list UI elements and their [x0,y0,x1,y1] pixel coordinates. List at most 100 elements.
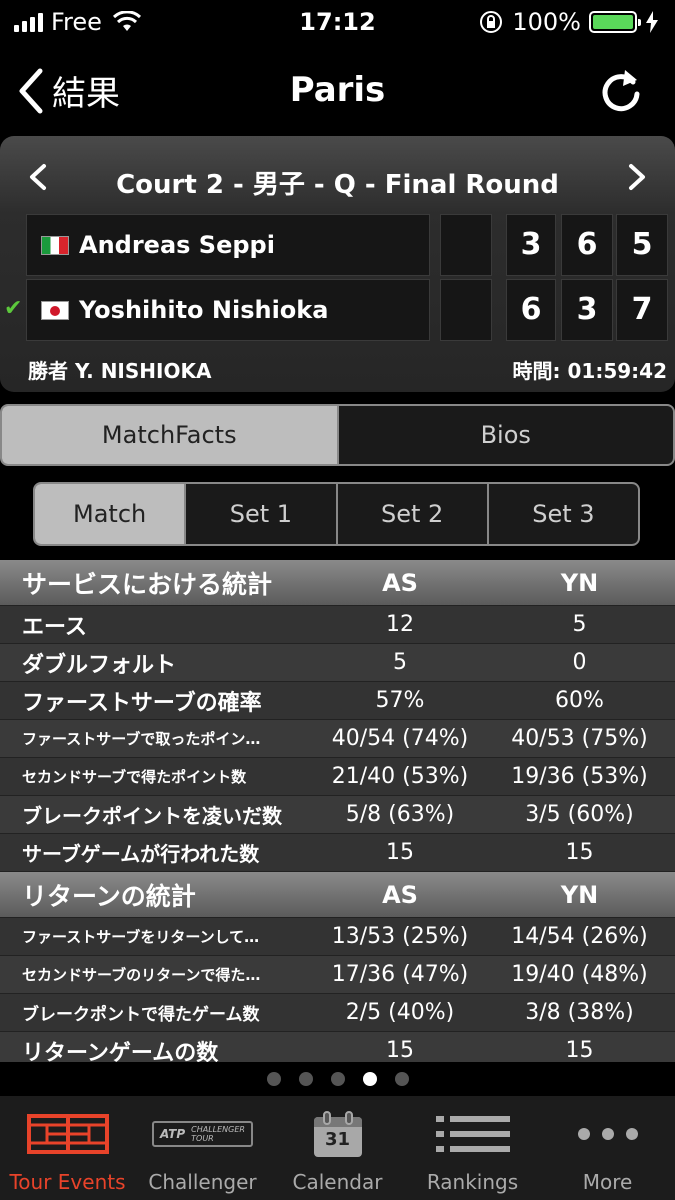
logo-line2: TOUR [191,1134,214,1143]
calendar-day: 31 [324,1129,351,1150]
tab-rankings[interactable]: Rankings [405,1096,540,1200]
stat-label: ファーストサーブをリターンして… [22,928,260,946]
stat-label: セカンドサーブで得たポイント数 [22,768,247,786]
tab-set-2[interactable]: Set 2 [335,484,487,544]
stat-value: 15 [565,1038,594,1062]
set-score: 6 [506,279,556,341]
orientation-lock-icon [480,11,503,33]
player-name: Yoshihito Nishioka [79,296,329,324]
stat-row: ファーストサーブの確率 57% 60% [0,682,675,720]
stat-label: ブレークポントで得たゲーム数 [22,1005,260,1025]
stat-label: ファーストサーブで取ったポイン… [22,730,261,748]
set-score: 7 [616,279,668,341]
page-dot-active[interactable] [362,1072,377,1086]
calendar-icon: 31 [270,1108,405,1160]
stat-row: ファーストサーブをリターンして… 13/53 (25%) 14/54 (26%) [0,918,675,956]
next-match-arrow[interactable] [621,162,651,192]
set-score: 5 [616,214,668,276]
service-stats-rows: エース 12 5 ダブルフォルト 5 0 ファーストサーブの確率 57% 60%… [0,606,675,872]
tab-set-1[interactable]: Set 1 [184,484,335,544]
stat-row: サーブゲームが行われた数 15 15 [0,834,675,872]
set-score: 3 [561,279,613,341]
page-indicator[interactable] [0,1062,675,1096]
match-card: Court 2 - 男子 - Q - Final Round Andreas S… [0,136,675,392]
page-title: Paris [289,70,386,110]
logo-atp-text: ATP [160,1127,186,1141]
tab-bios[interactable]: Bios [336,406,674,464]
column-header: AS [382,880,418,909]
stat-row: ブレークポイントを凌いだ数 5/8 (63%) 3/5 (60%) [0,796,675,834]
logo-line1: CHALLENGER [191,1125,245,1134]
stat-value: 57% [375,688,425,713]
tab-label: Challenger [148,1170,257,1194]
page-dot[interactable] [298,1072,313,1086]
tab-label: More [582,1170,633,1194]
stat-value: 14/54 (26%) [511,924,648,949]
stat-value: 12 [386,612,414,637]
stat-row: ブレークポントで得たゲーム数 2/5 (40%) 3/8 (38%) [0,994,675,1032]
return-stats-rows: ファーストサーブをリターンして… 13/53 (25%) 14/54 (26%)… [0,918,675,1062]
nav-bar: 結果 Paris [0,46,675,136]
player-name: Andreas Seppi [79,231,275,259]
tab-match[interactable]: Match [35,484,185,544]
stat-row: リターンゲームの数 15 15 [0,1032,675,1062]
tab-label: Calendar [292,1170,383,1194]
charging-bolt-icon [646,11,658,33]
set-segment-control: Match Set 1 Set 2 Set 3 [33,482,640,546]
page-dot[interactable] [394,1072,409,1086]
court-icon [0,1108,135,1160]
stat-value: 13/53 (25%) [331,924,469,949]
player-name-box: Yoshihito Nishioka [26,279,430,341]
tab-set-3[interactable]: Set 3 [486,484,638,544]
stats-table[interactable]: サービスにおける統計 AS YN エース 12 5 ダブルフォルト 5 0 ファ… [0,560,675,1062]
stat-row: エース 12 5 [0,606,675,644]
stat-value: 0 [572,650,587,675]
winner-check-icon: ✔ [4,296,23,321]
battery-icon [589,11,641,33]
status-right: 100% [478,8,659,36]
stat-label: エース [22,614,87,640]
stat-label: リターンゲームの数 [22,1040,219,1063]
stat-value: 60% [555,688,604,713]
tab-label: Rankings [426,1170,519,1194]
stat-value: 19/36 (53%) [511,764,648,789]
more-icon [540,1108,675,1160]
italy-flag-icon [41,235,69,255]
set-score: 3 [506,214,556,276]
tab-matchfacts[interactable]: MatchFacts [2,406,337,464]
set-score: 6 [561,214,613,276]
column-header: YN [560,880,599,909]
stat-value: 15 [386,840,414,865]
status-bar: Free 17:12 100% [0,0,675,46]
atp-challenger-logo: ATP CHALLENGER TOUR [135,1108,270,1160]
player-name-box: Andreas Seppi [26,214,430,276]
tab-tour-events[interactable]: Tour Events [0,1096,135,1200]
stat-label: サーブゲームが行われた数 [22,842,260,866]
return-stats-header: リターンの統計 AS YN [0,872,675,918]
stat-value: 5 [393,650,407,675]
stat-label: ブレークポイントを凌いだ数 [22,804,282,828]
stat-row: セカンドサーブで得たポイント数 21/40 (53%) 19/36 (53%) [0,758,675,796]
page-dot[interactable] [330,1072,345,1086]
column-header: YN [560,568,599,597]
page-dot[interactable] [266,1072,281,1086]
serve-indicator-box [440,214,492,276]
tab-challenger[interactable]: ATP CHALLENGER TOUR Challenger [135,1096,270,1200]
tab-calendar[interactable]: 31 Calendar [270,1096,405,1200]
serve-indicator-box [440,279,492,341]
stat-row: ダブルフォルト 5 0 [0,644,675,682]
stat-value: 40/53 (75%) [511,726,648,751]
column-header: AS [382,568,418,597]
battery-percent: 100% [512,8,581,36]
stat-value: 5 [572,612,587,637]
stat-value: 15 [386,1038,414,1062]
section-title: サービスにおける統計 [22,569,273,599]
tab-bar: Tour Events ATP CHALLENGER TOUR Challeng… [0,1096,675,1200]
refresh-icon[interactable] [599,66,643,114]
stat-value: 2/5 (40%) [345,1000,455,1025]
stat-row: ファーストサーブで取ったポイン… 40/54 (74%) 40/53 (75%) [0,720,675,758]
section-title: リターンの統計 [22,881,196,911]
tab-more[interactable]: More [540,1096,675,1200]
tab-label: Tour Events [9,1170,126,1194]
match-title: Court 2 - 男子 - Q - Final Round [116,170,559,200]
